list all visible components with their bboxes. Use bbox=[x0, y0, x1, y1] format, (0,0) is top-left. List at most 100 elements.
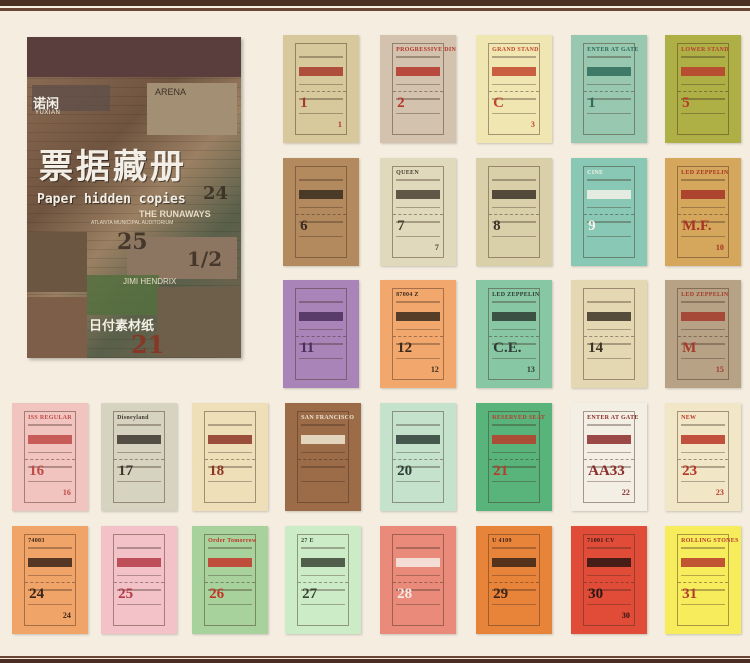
ticket-stub: 8 bbox=[488, 165, 540, 259]
ticket-color-band bbox=[396, 190, 440, 200]
ticket-print-line bbox=[492, 206, 536, 208]
ticket-card: LED ZEPPELIN C.E. 13 bbox=[476, 280, 552, 388]
ticket-stub-number: 23 bbox=[715, 488, 724, 497]
ticket-perforation bbox=[114, 581, 164, 583]
ticket-print-line bbox=[492, 574, 536, 576]
ticket-card: U 4109 29 bbox=[476, 526, 552, 634]
ticket-number: 24 bbox=[29, 586, 45, 603]
ticket-color-band bbox=[299, 312, 343, 322]
ticket-print-line bbox=[396, 451, 440, 453]
ticket-perforation bbox=[678, 90, 728, 92]
ticket-print-line bbox=[587, 206, 631, 208]
ticket-number: C.E. bbox=[493, 340, 522, 357]
ticket-stub: 11 bbox=[295, 287, 347, 381]
ticket-print-line bbox=[492, 357, 536, 359]
collage-patch bbox=[27, 297, 87, 358]
ticket-perforation bbox=[393, 335, 443, 337]
ticket-print-line bbox=[301, 480, 345, 482]
ticket-card: ENTER AT GATE 1 bbox=[571, 35, 647, 143]
ticket-stub: ROLLING STONES 31 bbox=[677, 533, 738, 627]
ticket-card: LED ZEPPELIN M.F. 10 bbox=[665, 158, 741, 266]
ticket-print-line bbox=[117, 480, 161, 482]
ticket-perforation bbox=[25, 458, 75, 460]
ticket-print-line bbox=[681, 603, 725, 605]
top-border-stripe bbox=[0, 0, 750, 14]
ticket-stub: GRAND STAND C 3 bbox=[488, 42, 540, 136]
ticket-stub: U 4109 29 bbox=[488, 533, 540, 627]
ticket-number: 9 bbox=[588, 218, 596, 235]
ticket-perforation bbox=[489, 581, 539, 583]
ticket-color-band bbox=[208, 435, 252, 445]
ticket-color-band bbox=[396, 312, 440, 322]
ticket-print-line bbox=[117, 547, 161, 550]
ticket-print-line bbox=[492, 603, 536, 605]
ticket-color-band bbox=[299, 190, 343, 200]
ticket-number: C bbox=[493, 95, 504, 112]
bottom-border-stripe bbox=[0, 653, 750, 663]
ticket-color-band bbox=[28, 435, 72, 445]
ticket-card: 18 bbox=[192, 403, 268, 511]
ticket-color-band bbox=[492, 312, 536, 322]
ticket-color-band bbox=[208, 558, 252, 568]
ticket-print-line bbox=[587, 301, 631, 304]
ticket-stub: 27 E 27 bbox=[297, 533, 349, 627]
ticket-print-line bbox=[117, 424, 161, 427]
ticket-title: CINE bbox=[587, 170, 604, 177]
product-title-cn: 票据藏册 bbox=[39, 147, 187, 187]
ticket-number: 17 bbox=[118, 463, 134, 480]
product-cover: ARENA THE RUNAWAYS 25 24 1/2 JIMI HENDRI… bbox=[27, 37, 241, 358]
ticket-print-line bbox=[28, 603, 72, 605]
ticket-stub: LED ZEPPELIN C.E. 13 bbox=[488, 287, 540, 381]
ticket-stub: RESERVED SEAT 21 bbox=[488, 410, 545, 504]
ticket-print-line bbox=[492, 480, 536, 482]
ticket-print-line bbox=[396, 547, 440, 550]
ticket-stub: QUEEN 7 7 bbox=[392, 165, 444, 259]
ticket-number: 16 bbox=[29, 463, 45, 480]
ticket-color-band bbox=[681, 67, 725, 77]
collage-patch bbox=[157, 287, 241, 357]
ticket-title: Disneyland bbox=[117, 415, 149, 422]
ticket-title: 27 E bbox=[301, 538, 314, 545]
ticket-print-line bbox=[681, 480, 725, 482]
ticket-print-line bbox=[301, 424, 345, 427]
ticket-print-line bbox=[587, 56, 631, 59]
ticket-stub: CINE 9 bbox=[583, 165, 635, 259]
ticket-stub-number: 10 bbox=[715, 243, 724, 252]
ticket-print-line bbox=[299, 328, 343, 330]
ticket-number: 2 bbox=[397, 95, 405, 112]
collage-patch bbox=[27, 232, 87, 292]
ticket-stub-number: 3 bbox=[530, 120, 535, 129]
ticket-print-line bbox=[587, 574, 631, 576]
ticket-print-line bbox=[681, 56, 725, 59]
ticket-print-line bbox=[299, 206, 343, 208]
ticket-print-line bbox=[299, 357, 343, 359]
ticket-title: LED ZEPPELIN bbox=[681, 292, 729, 299]
ticket-perforation bbox=[584, 335, 634, 337]
ticket-color-band bbox=[117, 435, 161, 445]
ticket-color-band bbox=[587, 67, 631, 77]
ticket-print-line bbox=[396, 480, 440, 482]
ticket-color-band bbox=[28, 558, 72, 568]
ticket-perforation bbox=[584, 90, 634, 92]
ticket-print-line bbox=[587, 328, 631, 330]
ticket-print-line bbox=[301, 547, 345, 550]
ticket-perforation bbox=[298, 458, 348, 460]
ticket-print-line bbox=[299, 235, 343, 237]
ticket-print-line bbox=[587, 235, 631, 237]
ticket-color-band bbox=[492, 558, 536, 568]
ticket-title: Order Tomorrow bbox=[208, 538, 257, 545]
ticket-print-line bbox=[587, 83, 631, 85]
ticket-stub: 11 bbox=[295, 42, 347, 136]
ticket-card: 11 bbox=[283, 280, 359, 388]
ticket-stub-number: 30 bbox=[621, 611, 630, 620]
ticket-print-line bbox=[396, 112, 440, 114]
ticket-perforation bbox=[296, 335, 346, 337]
ticket-number: 23 bbox=[682, 463, 698, 480]
ticket-perforation bbox=[489, 335, 539, 337]
ticket-card: PROGRESSIVE DINNER 2 bbox=[380, 35, 456, 143]
ticket-print-line bbox=[587, 480, 631, 482]
ticket-print-line bbox=[28, 451, 72, 453]
ticket-number: 12 bbox=[397, 340, 413, 357]
ticket-print-line bbox=[587, 357, 631, 359]
ticket-card: SAN FRANCISCO bbox=[285, 403, 361, 511]
